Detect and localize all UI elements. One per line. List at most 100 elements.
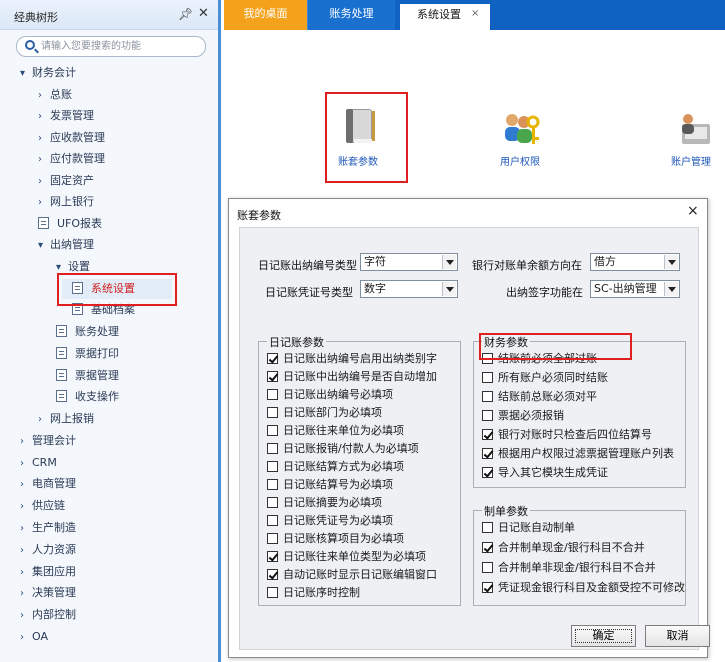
dropdown-arrow-icon[interactable] — [664, 255, 678, 269]
sidebar-item-supply-chain[interactable]: › 供应链 — [20, 496, 65, 516]
tab-accounting[interactable]: 账务处理 — [307, 0, 395, 30]
checkbox[interactable] — [482, 582, 493, 593]
sidebar-item-cashier[interactable]: ▾ 出纳管理 — [38, 235, 94, 255]
checkbox[interactable] — [267, 497, 278, 508]
sidebar-item-decision[interactable]: › 决策管理 — [20, 583, 76, 603]
journal-param-6[interactable]: 日记账报销/付款人为必填项 — [267, 442, 419, 458]
sidebar-item-crm[interactable]: › CRM — [20, 453, 57, 473]
checkbox-label: 日记账报销/付款人为必填项 — [283, 442, 419, 455]
voucher-no-type-select[interactable]: 数字 — [360, 280, 458, 298]
sidebar-item-fixed-assets[interactable]: › 固定资产 — [38, 171, 94, 191]
checkbox[interactable] — [482, 391, 493, 402]
checkbox[interactable] — [267, 389, 278, 400]
sidebar-item-invoice[interactable]: › 发票管理 — [38, 106, 94, 126]
sidebar-item-internal-control[interactable]: › 内部控制 — [20, 605, 76, 625]
checkbox[interactable] — [267, 479, 278, 490]
checkbox[interactable] — [267, 425, 278, 436]
sidebar-item-finance[interactable]: ▾ 财务会计 — [20, 63, 76, 83]
journal-no-type-select[interactable]: 字符 — [360, 253, 458, 271]
checkbox[interactable] — [267, 515, 278, 526]
checkbox[interactable] — [482, 429, 493, 440]
sidebar-item-bill-management[interactable]: 票据管理 — [56, 366, 119, 386]
close-icon[interactable]: ✕ — [198, 6, 209, 21]
account-management-label[interactable]: 账户管理 — [671, 153, 711, 168]
checkbox[interactable] — [267, 353, 278, 364]
journal-param-3[interactable]: 日记账出纳编号必填项 — [267, 388, 393, 404]
sidebar-item-ecommerce[interactable]: › 电商管理 — [20, 474, 76, 494]
checkbox[interactable] — [482, 372, 493, 383]
account-management-icon[interactable] — [674, 110, 714, 150]
journal-param-12[interactable]: 日记账往来单位类型为必填项 — [267, 550, 426, 566]
dropdown-arrow-icon[interactable] — [442, 255, 456, 269]
finance-param-4[interactable]: 票据必须报销 — [482, 409, 564, 425]
sidebar-item-cash-operations[interactable]: 收支操作 — [56, 387, 119, 407]
journal-param-14[interactable]: 日记账序时控制 — [267, 586, 360, 602]
sidebar-item-payables[interactable]: › 应付款管理 — [38, 149, 105, 169]
checkbox[interactable] — [482, 522, 493, 533]
checkbox-label: 日记账往来单位类型为必填项 — [283, 550, 426, 563]
journal-param-7[interactable]: 日记账结算方式为必填项 — [267, 460, 404, 476]
journal-param-8[interactable]: 日记账结算号为必填项 — [267, 478, 393, 494]
journal-param-9[interactable]: 日记账摘要为必填项 — [267, 496, 382, 512]
sidebar-item-ufo-report[interactable]: UFO报表 — [38, 214, 102, 234]
checkbox[interactable] — [267, 587, 278, 598]
journal-param-5[interactable]: 日记账往来单位为必填项 — [267, 424, 404, 440]
checkbox[interactable] — [267, 461, 278, 472]
cancel-button[interactable]: 取消 — [645, 625, 710, 647]
close-icon[interactable]: × — [687, 203, 699, 219]
checkbox[interactable] — [267, 371, 278, 382]
journal-param-1[interactable]: 日记账出纳编号启用出纳类别字 — [267, 352, 437, 368]
sidebar-item-group-app[interactable]: › 集团应用 — [20, 562, 76, 582]
dropdown-arrow-icon[interactable] — [442, 282, 456, 296]
finance-param-3[interactable]: 结账前总账必须对平 — [482, 390, 597, 406]
pin-icon[interactable]: 📌︎ — [178, 7, 193, 21]
checkbox[interactable] — [482, 562, 493, 573]
checkbox[interactable] — [267, 569, 278, 580]
journal-param-4[interactable]: 日记账部门为必填项 — [267, 406, 382, 422]
voucher-param-2[interactable]: 合并制单现金/银行科目不合并 — [482, 541, 645, 557]
search-input[interactable] — [41, 39, 201, 54]
checkbox-label: 日记账核算项目为必填项 — [283, 532, 404, 545]
user-rights-label[interactable]: 用户权限 — [500, 153, 540, 168]
checkbox[interactable] — [482, 410, 493, 421]
finance-param-7[interactable]: 导入其它模块生成凭证 — [482, 466, 608, 482]
sidebar-item-hr[interactable]: › 人力资源 — [20, 540, 76, 560]
checkbox[interactable] — [267, 443, 278, 454]
finance-param-5[interactable]: 银行对账时只检查后四位结算号 — [482, 428, 652, 444]
sidebar-item-management-accounting[interactable]: › 管理会计 — [20, 431, 76, 451]
finance-param-2[interactable]: 所有账户必须同时结账 — [482, 371, 608, 387]
journal-param-13[interactable]: 自动记账时显示日记账编辑窗口 — [267, 568, 437, 584]
tab-my-desktop[interactable]: 我的桌面 — [224, 0, 307, 30]
journal-param-2[interactable]: 日记账中出纳编号是否自动增加 — [267, 370, 437, 386]
close-icon[interactable]: × — [471, 8, 479, 19]
bank-balance-dir-select[interactable]: 借方 — [590, 253, 680, 271]
voucher-param-4[interactable]: 凭证现金银行科目及金额受控不可修改 — [482, 581, 685, 597]
dropdown-arrow-icon[interactable] — [664, 282, 678, 296]
cashier-sign-select[interactable]: SC-出纳管理 — [590, 280, 680, 298]
sidebar-item-accounting-process[interactable]: 账务处理 — [56, 322, 119, 342]
checkbox[interactable] — [267, 551, 278, 562]
sidebar-item-label: 网上银行 — [50, 195, 94, 208]
sidebar-item-online-bank[interactable]: › 网上银行 — [38, 192, 94, 212]
sidebar-item-label: 电商管理 — [32, 477, 76, 490]
checkbox[interactable] — [482, 542, 493, 553]
voucher-param-3[interactable]: 合并制单非现金/银行科目不合并 — [482, 561, 656, 577]
checkbox-label: 结账前总账必须对平 — [498, 390, 597, 403]
journal-param-11[interactable]: 日记账核算项目为必填项 — [267, 532, 404, 548]
journal-param-10[interactable]: 日记账凭证号为必填项 — [267, 514, 393, 530]
sidebar-item-bill-print[interactable]: 票据打印 — [56, 344, 119, 364]
sidebar-item-online-reimburse[interactable]: › 网上报销 — [38, 409, 94, 429]
sidebar-item-receivables[interactable]: › 应收款管理 — [38, 128, 105, 148]
checkbox[interactable] — [482, 448, 493, 459]
checkbox[interactable] — [267, 407, 278, 418]
checkbox[interactable] — [482, 467, 493, 478]
sidebar-item-oa[interactable]: › OA — [20, 627, 48, 647]
users-key-icon[interactable] — [500, 110, 542, 150]
sidebar-item-manufacturing[interactable]: › 生产制造 — [20, 518, 76, 538]
voucher-param-1[interactable]: 日记账自动制单 — [482, 521, 575, 537]
finance-param-6[interactable]: 根据用户权限过滤票据管理账户列表 — [482, 447, 674, 463]
checkbox[interactable] — [267, 533, 278, 544]
ok-button[interactable]: 确定 — [571, 625, 636, 647]
search-box[interactable] — [16, 36, 206, 57]
sidebar-item-general-ledger[interactable]: › 总账 — [38, 85, 72, 105]
